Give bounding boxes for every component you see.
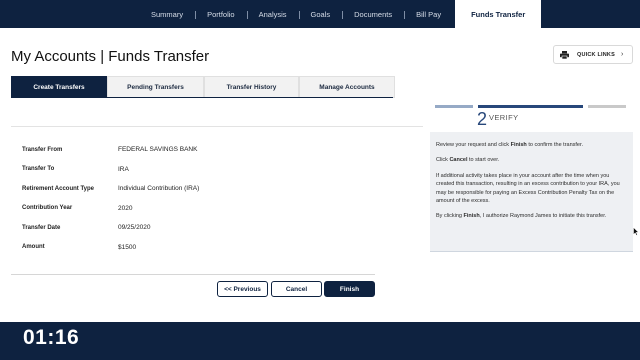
transfer-details: Transfer From FEDERAL SAVINGS BANK Trans…: [22, 140, 352, 257]
detail-row-transfer-from: Transfer From FEDERAL SAVINGS BANK: [22, 140, 352, 160]
cancel-button[interactable]: Cancel: [271, 281, 322, 297]
quick-links-label: QUICK LINKS: [577, 51, 615, 58]
step-label: VERIFY: [489, 113, 519, 122]
detail-row-contribution-year: Contribution Year 2020: [22, 199, 352, 219]
verify-info-panel: Review your request and click Finish to …: [430, 132, 633, 252]
page-title: My Accounts | Funds Transfer: [11, 48, 210, 65]
detail-label: Contribution Year: [22, 205, 73, 212]
detail-row-amount: Amount $1500: [22, 238, 352, 258]
tab-underline: [11, 97, 393, 98]
detail-label: Amount: [22, 244, 45, 251]
info-excess-warning: If additional activity takes place in yo…: [436, 172, 620, 205]
top-nav: Summary Portfolio Analysis Goals Documen…: [139, 0, 542, 28]
nav-bill-pay[interactable]: Bill Pay: [404, 0, 453, 28]
bottom-bar: [0, 322, 640, 360]
video-timer: 01:16: [23, 326, 80, 349]
detail-value: FEDERAL SAVINGS BANK: [118, 146, 198, 154]
finish-button[interactable]: Finish: [324, 281, 375, 297]
detail-value: Individual Contribution (IRA): [118, 185, 200, 193]
tab-create-transfers[interactable]: Create Transfers: [11, 76, 107, 98]
nav-portfolio[interactable]: Portfolio: [195, 0, 247, 28]
divider: [11, 126, 423, 127]
detail-value: IRA: [118, 165, 129, 173]
detail-row-transfer-date: Transfer Date 09/25/2020: [22, 218, 352, 238]
transfer-tabs: Create Transfers Pending Transfers Trans…: [11, 76, 395, 98]
tab-pending-transfers[interactable]: Pending Transfers: [107, 76, 204, 98]
detail-row-transfer-to: Transfer To IRA: [22, 160, 352, 180]
info-cancel: Click Cancel to start over.: [436, 157, 500, 164]
tab-transfer-history[interactable]: Transfer History: [204, 76, 299, 98]
mouse-cursor-icon: [633, 223, 640, 241]
nav-summary[interactable]: Summary: [139, 0, 195, 28]
step-3-bar: [588, 105, 626, 108]
chevron-right-icon: ›: [620, 51, 624, 58]
step-1-bar: [435, 105, 473, 108]
detail-label: Transfer Date: [22, 224, 61, 231]
nav-documents[interactable]: Documents: [342, 0, 404, 28]
detail-label: Retirement Account Type: [22, 185, 95, 192]
detail-label: Transfer To: [22, 166, 55, 173]
detail-label: Transfer From: [22, 146, 63, 153]
detail-value: $1500: [118, 243, 137, 251]
divider: [11, 274, 375, 275]
nav-funds-transfer[interactable]: Funds Transfer: [455, 0, 542, 28]
quick-links-button[interactable]: QUICK LINKS ›: [553, 45, 633, 64]
previous-button[interactable]: << Previous: [217, 281, 268, 297]
detail-value: 2020: [118, 204, 133, 212]
detail-row-account-type: Retirement Account Type Individual Contr…: [22, 179, 352, 199]
printer-icon: [554, 50, 574, 59]
tab-manage-accounts[interactable]: Manage Accounts: [299, 76, 395, 98]
nav-goals[interactable]: Goals: [298, 0, 343, 28]
info-authorization: By clicking Finish, I authorize Raymond …: [436, 213, 607, 220]
step-2-bar: [478, 105, 583, 108]
step-number: 2: [477, 109, 488, 129]
info-review: Review your request and click Finish to …: [436, 142, 584, 148]
nav-analysis[interactable]: Analysis: [246, 0, 299, 28]
detail-value: 09/25/2020: [118, 224, 151, 232]
